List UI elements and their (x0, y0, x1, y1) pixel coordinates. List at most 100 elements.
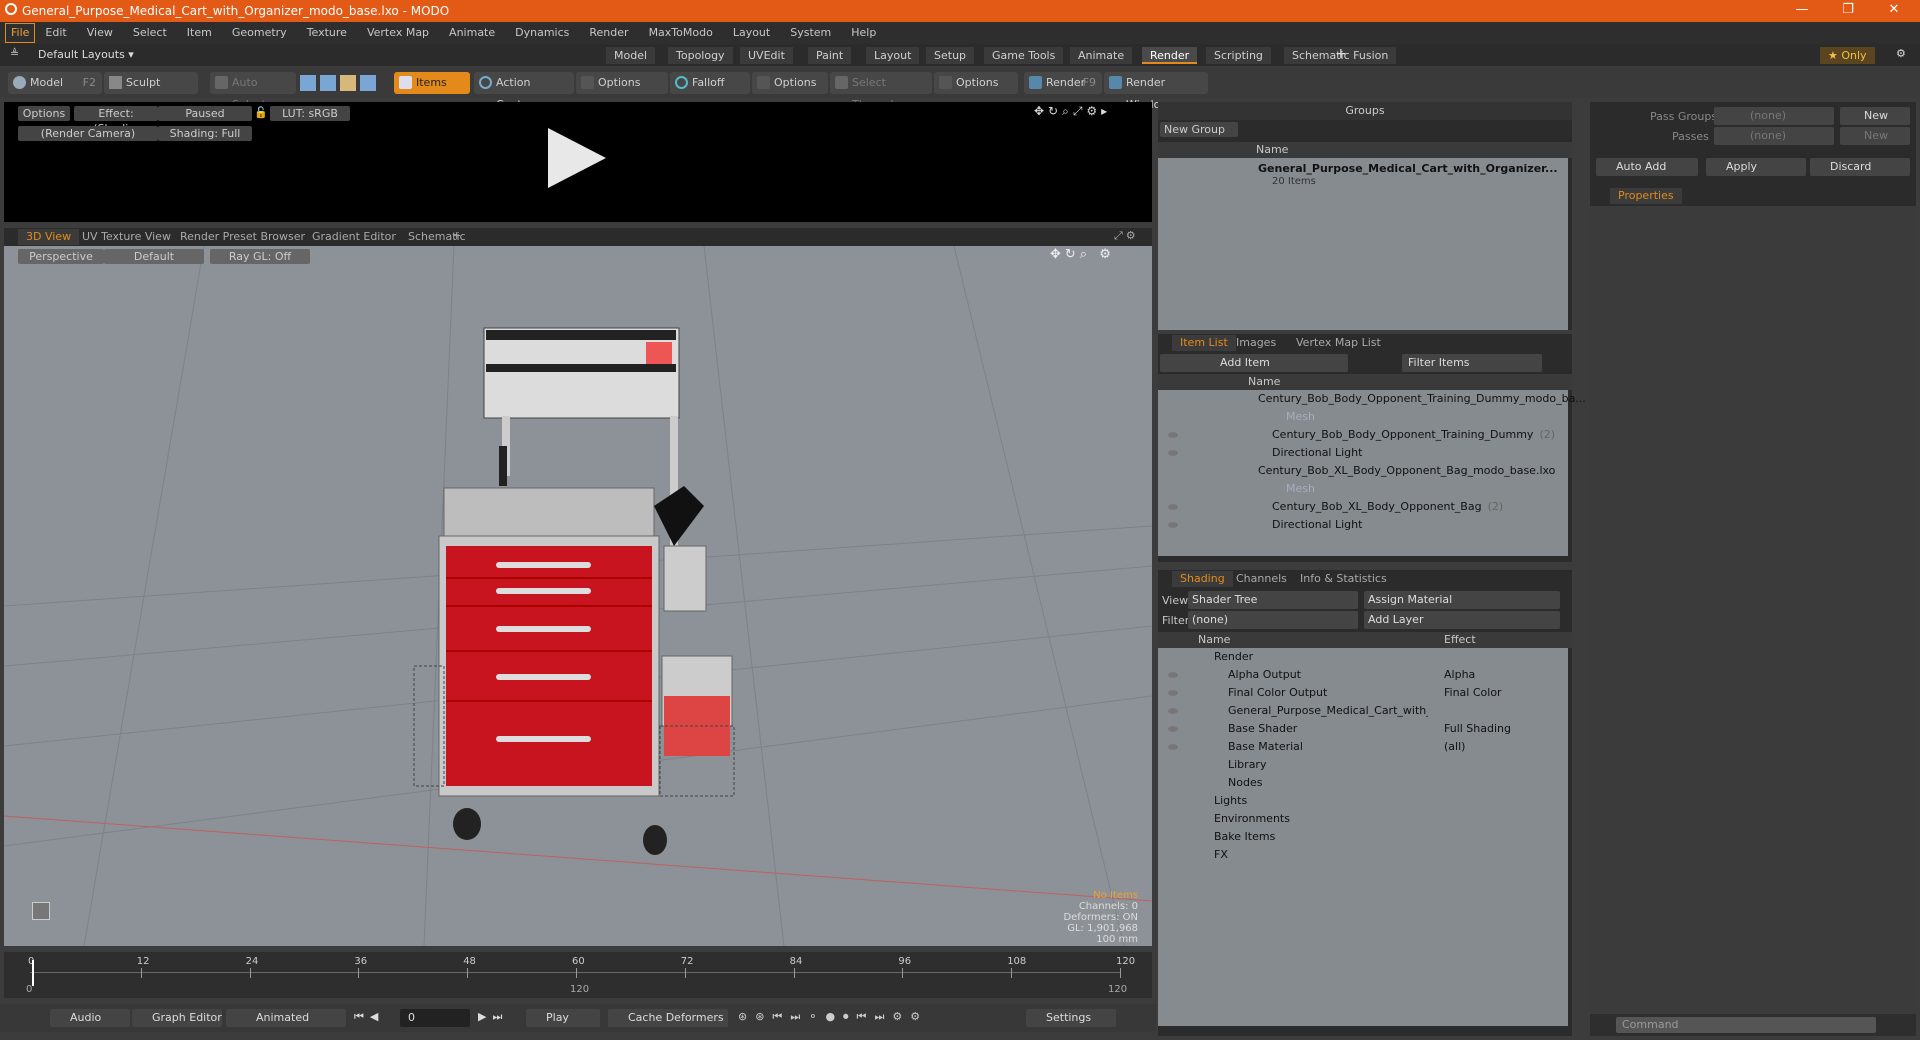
preview-options-button[interactable]: Options (18, 106, 70, 121)
tab-shading[interactable]: Shading (1172, 571, 1233, 587)
assign-material-button[interactable]: Assign Material (1364, 591, 1560, 609)
shader-tree-dropdown[interactable]: Shader Tree (1188, 591, 1358, 609)
menu-view[interactable]: View (77, 22, 123, 44)
list-item[interactable]: Century_Bob_XL_Body_Opponent_Bag_modo_ba… (1258, 462, 1555, 480)
add-view-tab-icon[interactable]: + (452, 229, 461, 242)
selection-mode-group[interactable] (298, 72, 388, 94)
new-pass-button[interactable]: New (1840, 127, 1910, 145)
menu-select[interactable]: Select (123, 22, 177, 44)
material-mode-icon[interactable] (360, 75, 376, 91)
edge-mode-icon[interactable] (320, 75, 336, 91)
tab-render-preset-browser[interactable]: Render Preset Browser (172, 229, 313, 245)
items-mode-button[interactable]: Items (394, 72, 470, 94)
tab-topology[interactable]: Topology (668, 47, 733, 64)
add-layer-dropdown[interactable]: Add Layer (1364, 611, 1560, 629)
shader-effect-value[interactable]: (all) (1444, 738, 1465, 756)
pass-groups-dropdown[interactable]: (none) (1714, 107, 1834, 125)
menu-file[interactable]: File (5, 23, 36, 43)
viewport-3d[interactable]: Perspective Default Ray GL: Off ✥↻⌕ ⚙ No… (4, 246, 1152, 946)
raygl-dropdown[interactable]: Ray GL: Off (210, 249, 310, 264)
perspective-dropdown[interactable]: Perspective (18, 249, 104, 264)
tab-schematic[interactable]: Schematic (400, 229, 474, 245)
tab-uv-texture-view[interactable]: UV Texture View (74, 229, 179, 245)
view-expand-icons[interactable]: ⤢⚙ (1114, 229, 1139, 243)
render-camera-dropdown[interactable]: (Render Camera) (18, 126, 158, 141)
list-item[interactable]: Century_Bob_Body_Opponent_Training_Dummy… (1258, 390, 1586, 408)
eye-icon[interactable] (1168, 672, 1178, 678)
shader-tree-item[interactable]: General_Purpose_Medical_Cart_with_ (1228, 702, 1428, 720)
menu-animate[interactable]: Animate (439, 22, 505, 44)
eye-icon[interactable] (1168, 522, 1178, 528)
group-item-name[interactable]: General_Purpose_Medical_Cart_with_Organi… (1258, 162, 1568, 175)
rewind-icons[interactable]: ⏮◀ (354, 1010, 384, 1024)
shader-tree-item[interactable]: Alpha Output (1228, 666, 1428, 684)
tab-3d-view[interactable]: 3D View (18, 229, 80, 245)
list-item[interactable]: Mesh (1286, 408, 1315, 426)
sculpt-button[interactable]: Sculpt (104, 72, 198, 94)
render-button[interactable]: Render F9 (1024, 72, 1102, 94)
render-window-button[interactable]: Render Window (1104, 72, 1208, 111)
shader-tree-item[interactable]: Base Material (1228, 738, 1428, 756)
list-item[interactable]: Century_Bob_Body_Opponent_Training_Dummy… (1272, 426, 1555, 444)
shader-tree-item[interactable]: Base Shader (1228, 720, 1428, 738)
menu-vertex-map[interactable]: Vertex Map (357, 22, 439, 44)
filter-items-input[interactable]: Filter Items (1402, 354, 1542, 372)
menu-help[interactable]: Help (841, 22, 886, 44)
shading-filter-dropdown[interactable]: (none) (1188, 611, 1358, 629)
eye-icon[interactable] (1168, 432, 1178, 438)
shader-effect-value[interactable]: Final Color (1444, 684, 1502, 702)
preview-paused-toggle[interactable]: Paused (158, 106, 252, 121)
default-shading-dropdown[interactable]: Default (104, 249, 204, 264)
shader-tree[interactable]: Render Alpha Output Alpha Final Color Outpu… (1158, 648, 1568, 1026)
list-item[interactable]: Century_Bob_XL_Body_Opponent_Bag (2) (1272, 498, 1503, 516)
action-center-options-button[interactable]: Options (576, 72, 668, 94)
polygon-mode-icon[interactable] (340, 75, 356, 91)
add-tab-icon[interactable]: + (1335, 46, 1347, 62)
cache-deformers-button[interactable]: Cache Deformers (608, 1009, 728, 1027)
shader-tree-item[interactable]: Lights (1214, 792, 1414, 810)
play-preview-icon[interactable] (542, 124, 612, 194)
tab-game-tools[interactable]: Game Tools (984, 47, 1064, 64)
action-center-button[interactable]: Action Center (474, 72, 574, 111)
tab-layout[interactable]: Layout (866, 47, 920, 64)
shading-dropdown[interactable]: Shading: Full (158, 126, 252, 141)
auto-select-button[interactable]: Auto Select (210, 72, 296, 111)
menu-layout[interactable]: Layout (723, 22, 780, 44)
tab-item-list[interactable]: Item List (1172, 335, 1236, 351)
tab-channels[interactable]: Channels (1228, 571, 1295, 587)
new-group-button[interactable]: New Group (1160, 122, 1238, 137)
preview-nav-icons[interactable]: ✥↻⌕⤢⚙▸ (1034, 104, 1111, 119)
eye-icon[interactable] (1168, 690, 1178, 696)
tab-model[interactable]: Model (606, 47, 656, 64)
vertex-mode-icon[interactable] (300, 75, 316, 91)
tab-images[interactable]: Images (1228, 335, 1284, 351)
menu-system[interactable]: System (780, 22, 841, 44)
gear-icon[interactable]: ⚙ (1896, 47, 1906, 60)
eye-icon[interactable] (1168, 504, 1178, 510)
new-pass-group-button[interactable]: New (1840, 107, 1910, 125)
shader-tree-item[interactable]: Environments (1214, 810, 1414, 828)
menu-edit[interactable]: Edit (35, 22, 76, 44)
tab-gradient-editor[interactable]: Gradient Editor (304, 229, 404, 245)
shader-tree-item[interactable]: Library (1228, 756, 1428, 774)
shader-effect-value[interactable]: Full Shading (1444, 720, 1511, 738)
shader-tree-item[interactable]: Final Color Output (1228, 684, 1428, 702)
shader-tree-item[interactable]: Bake Items (1214, 828, 1414, 846)
tab-info-statistics[interactable]: Info & Statistics (1292, 571, 1395, 587)
command-input[interactable]: Command (1616, 1017, 1876, 1033)
tab-paint[interactable]: Paint (808, 47, 852, 64)
lock-icon[interactable]: 🔓 (254, 106, 268, 119)
select-through-button[interactable]: Select Through (830, 72, 932, 111)
groups-list[interactable]: General_Purpose_Medical_Cart_with_Organi… (1158, 158, 1568, 330)
menu-dynamics[interactable]: Dynamics (505, 22, 579, 44)
settings-button[interactable]: Settings (1026, 1009, 1116, 1027)
menu-geometry[interactable]: Geometry (222, 22, 297, 44)
item-list[interactable]: Century_Bob_Body_Opponent_Training_Dummy… (1158, 390, 1586, 556)
menu-texture[interactable]: Texture (297, 22, 357, 44)
select-options-button[interactable]: Options (934, 72, 1018, 94)
tab-vertex-map-list[interactable]: Vertex Map List (1288, 335, 1389, 351)
tab-render[interactable]: Render (1142, 47, 1198, 64)
list-item[interactable]: Directional Light (1272, 516, 1362, 534)
play-button[interactable]: Play (526, 1009, 600, 1027)
list-item[interactable]: Mesh (1286, 480, 1315, 498)
